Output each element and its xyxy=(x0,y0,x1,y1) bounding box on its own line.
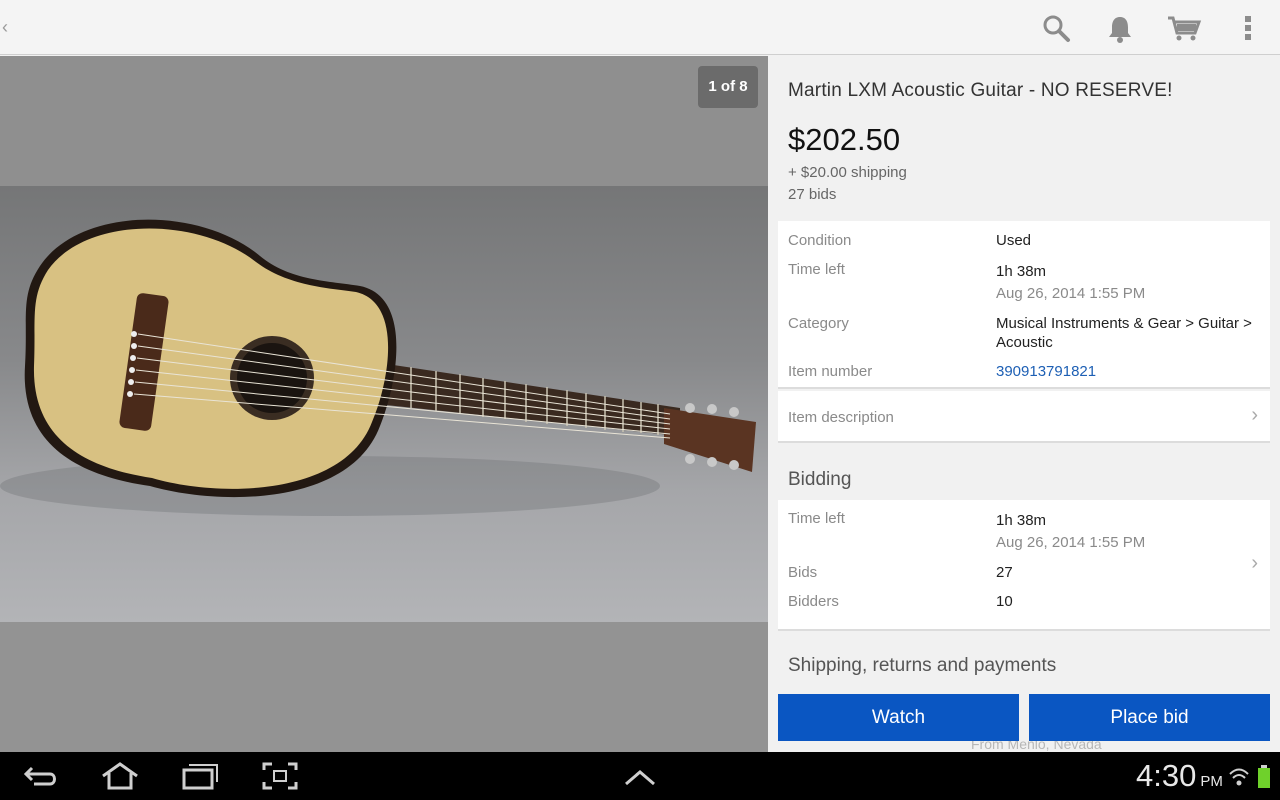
bidding-time-left-value: 1h 38m xyxy=(996,512,1047,529)
condition-value: Used xyxy=(996,232,1032,249)
time-left-date: Aug 26, 2014 1:55 PM xyxy=(996,285,1146,302)
bell-icon[interactable] xyxy=(1104,12,1136,44)
category-line-1[interactable]: Musical Instruments & Gear > Guitar > xyxy=(996,315,1252,332)
bids-value: 27 xyxy=(996,564,1013,581)
overflow-menu-icon[interactable] xyxy=(1232,12,1264,44)
bidding-heading: Bidding xyxy=(788,469,852,490)
condition-label: Condition xyxy=(788,232,852,249)
time-left-label: Time left xyxy=(788,261,845,278)
item-details-card: Condition Used Time left 1h 38m Aug 26, … xyxy=(778,221,1270,389)
wifi-icon xyxy=(1228,760,1250,792)
action-bar: ‹ xyxy=(0,0,1280,55)
category-row: Category Musical Instruments & Gear > Gu… xyxy=(788,315,1252,351)
condition-row: Condition Used xyxy=(788,232,1031,249)
system-clock[interactable]: 4:30 PM xyxy=(1136,758,1223,794)
bidders-label: Bidders xyxy=(788,593,839,610)
recent-apps-icon[interactable] xyxy=(180,760,220,792)
bid-count: 27 bids xyxy=(788,186,837,203)
item-price: $202.50 xyxy=(788,122,901,157)
item-number-row: Item number 390913791821 xyxy=(788,363,1096,380)
cart-icon[interactable] xyxy=(1166,12,1202,44)
chevron-right-icon: › xyxy=(1251,552,1258,574)
chevron-left-icon[interactable]: ‹ xyxy=(2,16,16,38)
watch-button[interactable]: Watch xyxy=(778,694,1019,741)
bidding-time-left-label: Time left xyxy=(788,510,845,527)
chevron-up-icon[interactable] xyxy=(620,760,660,792)
bidding-time-left-row: Time left 1h 38m Aug 26, 2014 1:55 PM xyxy=(788,510,1145,551)
search-icon[interactable] xyxy=(1040,12,1072,44)
screenshot-icon[interactable] xyxy=(260,760,300,792)
category-line-2[interactable]: Acoustic xyxy=(996,334,1053,351)
time-left-row: Time left 1h 38m Aug 26, 2014 1:55 PM xyxy=(788,261,1145,302)
item-description-row[interactable]: Item description › xyxy=(778,391,1270,443)
bids-label: Bids xyxy=(788,564,818,581)
chevron-right-icon: › xyxy=(1251,404,1258,426)
back-nav-icon[interactable] xyxy=(22,760,62,792)
bidders-row: Bidders 10 xyxy=(788,593,1013,610)
time-left-value: 1h 38m xyxy=(996,263,1047,280)
acoustic-guitar-photo[interactable] xyxy=(0,186,768,622)
item-number-link[interactable]: 390913791821 xyxy=(996,363,1096,380)
bidding-time-left-date: Aug 26, 2014 1:55 PM xyxy=(996,534,1146,551)
home-nav-icon[interactable] xyxy=(100,760,140,792)
bids-row: Bids 27 xyxy=(788,564,1013,581)
place-bid-button[interactable]: Place bid xyxy=(1029,694,1270,741)
item-number-label: Item number xyxy=(788,363,873,380)
shipping-cost: + $20.00 shipping xyxy=(788,164,907,181)
image-gallery[interactable]: 1 of 8 xyxy=(0,56,768,752)
item-title: Martin LXM Acoustic Guitar - NO RESERVE! xyxy=(788,80,1173,101)
bidding-card[interactable]: Time left 1h 38m Aug 26, 2014 1:55 PM Bi… xyxy=(778,500,1270,631)
gallery-backdrop xyxy=(0,56,768,186)
category-label: Category xyxy=(788,315,849,332)
system-bar: 4:30 PM xyxy=(0,752,1280,800)
clock-time: 4:30 xyxy=(1136,758,1197,793)
item-description-label: Item description xyxy=(788,409,894,426)
item-detail-pane[interactable]: Martin LXM Acoustic Guitar - NO RESERVE!… xyxy=(768,56,1280,752)
battery-icon xyxy=(1256,760,1272,792)
app-window: ‹ 1 of 8 Martin LXM Acoustic Guitar - NO… xyxy=(0,0,1280,752)
shipping-heading: Shipping, returns and payments xyxy=(788,655,1057,676)
bidders-value: 10 xyxy=(996,593,1013,610)
clock-ampm: PM xyxy=(1200,773,1223,790)
image-counter: 1 of 8 xyxy=(698,66,758,108)
